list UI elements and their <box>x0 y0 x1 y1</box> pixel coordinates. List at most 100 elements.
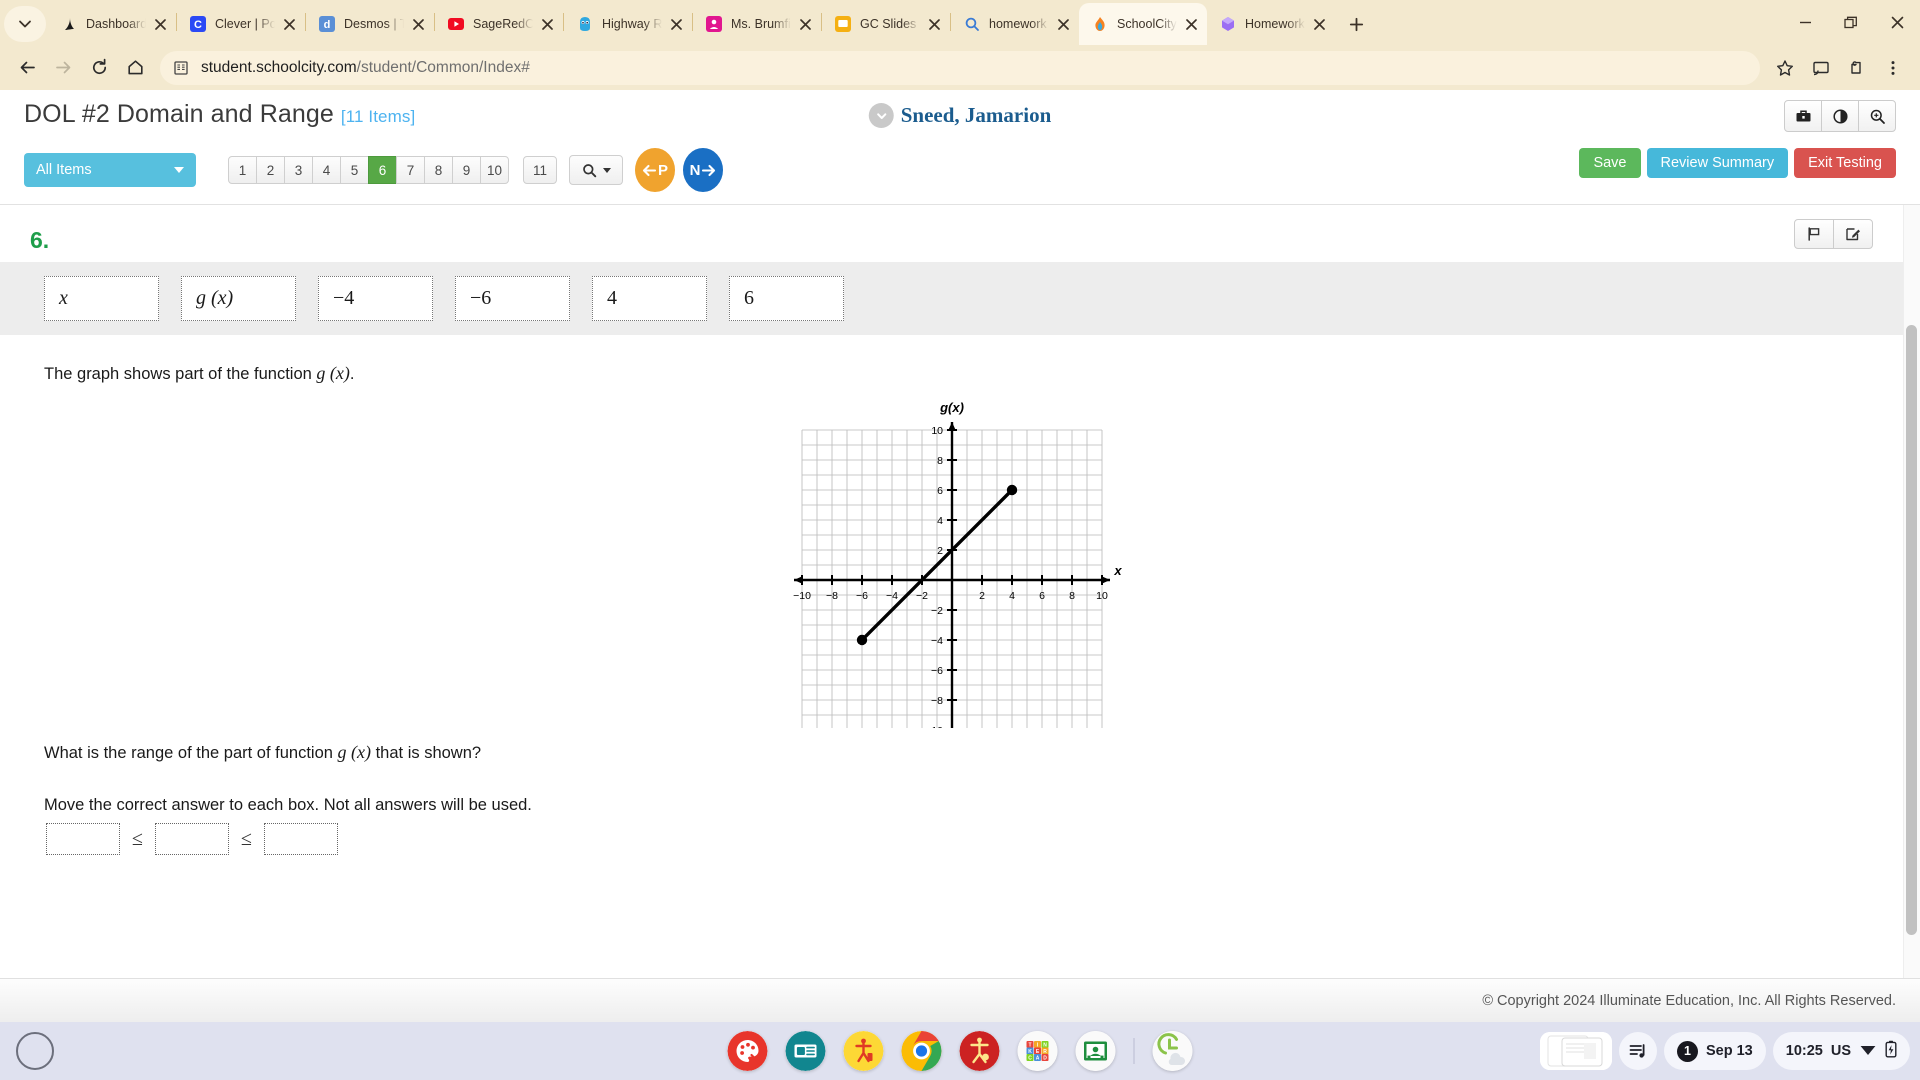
drop-zone-3[interactable] <box>263 823 338 855</box>
tab-search-button[interactable] <box>4 6 46 42</box>
student-menu[interactable]: Sneed, Jamarion <box>868 103 1052 128</box>
back-arrow-icon[interactable] <box>10 51 44 85</box>
drop-zone-2[interactable] <box>154 823 229 855</box>
browser-tab-active[interactable]: SchoolCity <box>1079 3 1207 45</box>
browser-tab[interactable]: d Desmos | T <box>306 3 434 45</box>
svg-text:10: 10 <box>1096 590 1108 602</box>
pager-item-5[interactable]: 5 <box>340 156 369 184</box>
pager-item-4[interactable]: 4 <box>312 156 341 184</box>
close-icon[interactable] <box>537 14 557 34</box>
bookmark-star-icon[interactable] <box>1768 51 1802 85</box>
status-area[interactable]: 10:25 US <box>1772 1032 1910 1070</box>
browser-tab[interactable]: Ms. Brumfie <box>693 3 821 45</box>
answer-tile[interactable]: 6 <box>729 276 844 321</box>
tab-title: Clever | Por <box>215 17 275 31</box>
answer-tile[interactable]: 4 <box>592 276 707 321</box>
browser-tab[interactable]: Dashboard <box>48 3 176 45</box>
assessment-toolbar: All Items 1 2 3 4 5 6 7 8 9 10 11 P N Sa… <box>0 142 1920 204</box>
answer-tile[interactable]: x <box>44 276 159 321</box>
close-icon[interactable] <box>1309 14 1329 34</box>
all-items-label: All Items <box>36 162 92 178</box>
reload-icon[interactable] <box>82 51 116 85</box>
weather-app-icon[interactable] <box>1152 1031 1193 1071</box>
drop-zone-1[interactable] <box>46 823 120 855</box>
browser-tab[interactable]: C Clever | Por <box>177 3 305 45</box>
next-item-button[interactable]: N <box>683 148 724 192</box>
pager-item-7[interactable]: 7 <box>396 156 425 184</box>
pager-item-3[interactable]: 3 <box>284 156 313 184</box>
pager-item-2[interactable]: 2 <box>256 156 285 184</box>
address-bar[interactable]: student.schoolcity.com/student/Common/In… <box>160 50 1760 85</box>
exit-testing-button[interactable]: Exit Testing <box>1794 148 1896 178</box>
canvas-paint-app-icon[interactable] <box>727 1031 768 1071</box>
previous-item-button[interactable]: P <box>635 148 676 192</box>
search-icon <box>582 163 596 177</box>
pager-item-6-active[interactable]: 6 <box>368 156 397 184</box>
gizmos-app-icon[interactable] <box>843 1031 884 1071</box>
zoom-icon[interactable] <box>1858 100 1896 132</box>
google-classroom-app-icon[interactable] <box>1075 1031 1116 1071</box>
comparator-1: ≤ <box>132 827 143 850</box>
student-name: Sneed, Jamarion <box>900 103 1052 127</box>
close-icon[interactable] <box>279 14 299 34</box>
launcher-button[interactable] <box>16 1032 54 1070</box>
contrast-icon[interactable] <box>1821 100 1859 132</box>
browser-tab[interactable]: Highway Ra <box>564 3 692 45</box>
pager-item-8[interactable]: 8 <box>424 156 453 184</box>
minimize-button[interactable] <box>1782 0 1828 45</box>
x-tick-labels: −10 −8 −6 −4 −2 2 4 6 8 10 <box>793 590 1108 602</box>
chrome-app-icon[interactable] <box>901 1031 942 1071</box>
new-tab-button[interactable] <box>1341 9 1371 39</box>
taskbar: TIN KER CAD 1 Sep 13 10:25 US <box>0 1022 1920 1080</box>
answer-tile[interactable]: g (x) <box>181 276 296 321</box>
close-icon[interactable] <box>666 14 686 34</box>
explore-learning-app-icon[interactable] <box>959 1031 1000 1071</box>
site-info-icon[interactable] <box>172 59 190 77</box>
flag-icon[interactable] <box>1794 219 1834 249</box>
restore-button[interactable] <box>1828 0 1874 45</box>
svg-text:−4: −4 <box>931 635 943 647</box>
menu-icon[interactable] <box>1876 51 1910 85</box>
news-app-icon[interactable] <box>785 1031 826 1071</box>
close-icon[interactable] <box>795 14 815 34</box>
endpoint-right <box>1006 484 1017 496</box>
endpoint-left <box>856 634 867 646</box>
pager-item-10[interactable]: 10 <box>480 156 510 184</box>
tinkercad-app-icon[interactable]: TIN KER CAD <box>1017 1031 1058 1071</box>
close-icon[interactable] <box>924 14 944 34</box>
input-locale: US <box>1830 1043 1851 1059</box>
toolkit-icon[interactable] <box>1784 100 1822 132</box>
close-icon[interactable] <box>150 14 170 34</box>
browser-tab[interactable]: Homework <box>1207 3 1335 45</box>
contact-icon <box>705 16 722 33</box>
answer-drop-zones: ≤ ≤ <box>0 815 1903 855</box>
pager-item-9[interactable]: 9 <box>452 156 481 184</box>
scrollbar-thumb[interactable] <box>1906 325 1917 935</box>
answer-tile[interactable]: −6 <box>455 276 570 321</box>
close-icon[interactable] <box>1053 14 1073 34</box>
extensions-icon[interactable] <box>1840 51 1874 85</box>
answer-tile[interactable]: −4 <box>318 276 433 321</box>
all-items-dropdown[interactable]: All Items <box>24 153 196 187</box>
close-icon[interactable] <box>1181 14 1201 34</box>
vertical-scrollbar[interactable] <box>1903 205 1920 978</box>
browser-tab[interactable]: homework a <box>951 3 1079 45</box>
save-button[interactable]: Save <box>1579 148 1641 178</box>
window-preview[interactable] <box>1540 1032 1612 1070</box>
cast-icon[interactable] <box>1804 51 1838 85</box>
item-search-dropdown[interactable] <box>569 155 624 185</box>
close-button[interactable] <box>1874 0 1920 45</box>
pager-item-11[interactable]: 11 <box>523 156 558 184</box>
forward-arrow-icon[interactable] <box>46 51 80 85</box>
playlist-music-icon[interactable] <box>1619 1032 1657 1070</box>
browser-tab[interactable]: SageRedOr <box>435 3 563 45</box>
pager-item-1[interactable]: 1 <box>228 156 257 184</box>
annotate-icon[interactable] <box>1833 219 1873 249</box>
item-count-badge: [11 Items] <box>340 107 416 126</box>
close-icon[interactable] <box>408 14 428 34</box>
browser-tab[interactable]: GC Slides - <box>822 3 950 45</box>
graph-figure: g(x) −10 −8 −6 −4 −2 2 4 6 8 10 10 8 6 4… <box>0 384 1903 728</box>
review-summary-button[interactable]: Review Summary <box>1646 148 1789 178</box>
home-icon[interactable] <box>118 51 152 85</box>
notification-and-date[interactable]: 1 Sep 13 <box>1664 1032 1766 1070</box>
